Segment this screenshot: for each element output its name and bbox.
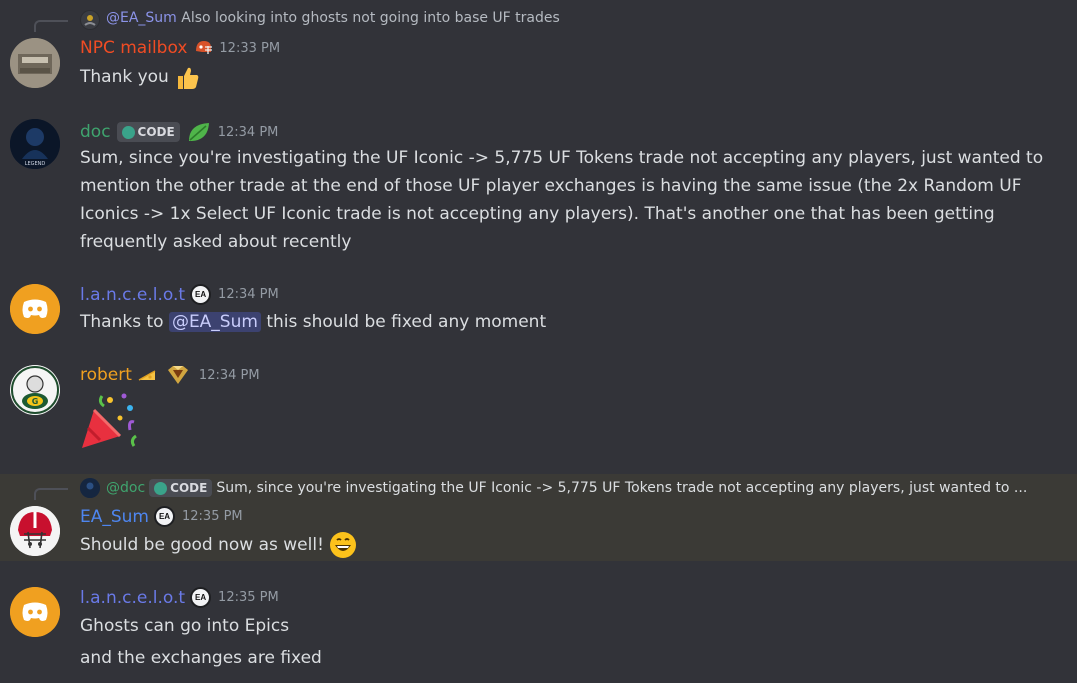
ea-sports-badge-icon[interactable]: EA <box>190 587 212 608</box>
reply-mention[interactable]: @doc <box>106 480 145 496</box>
author-name[interactable]: NPC mailbox <box>80 38 187 58</box>
author-name[interactable]: l.a.n.c.e.l.o.t <box>80 285 185 305</box>
author-name[interactable]: l.a.n.c.e.l.o.t <box>80 588 185 608</box>
party-popper-icon <box>80 390 142 452</box>
avatar-caption: LEGEND <box>25 161 46 167</box>
message-line: Sum, since you're investigating the UF I… <box>80 148 1044 168</box>
server-tag[interactable]: CODE <box>149 479 213 497</box>
ea-sports-badge-icon[interactable]: EA <box>190 284 212 305</box>
avatar[interactable] <box>10 284 60 334</box>
reply-preview[interactable]: @doc CODE Sum, since you're investigatin… <box>106 479 1027 497</box>
author-name[interactable]: robert <box>80 365 132 385</box>
reply-avatar <box>80 10 100 30</box>
reply-spine <box>34 488 68 500</box>
leaf-icon <box>121 125 135 139</box>
reply-text: Also looking into ghosts not going into … <box>181 10 560 26</box>
message-text: Sum, since you're investigating the UF I… <box>80 144 1043 256</box>
svg-text:G: G <box>32 397 39 406</box>
message-text: and the exchanges are fixed <box>80 648 322 668</box>
message-line: frequently asked about recently <box>80 232 352 252</box>
discord-logo-icon <box>10 284 60 334</box>
reply-text: Sum, since you're investigating the UF I… <box>216 480 1028 496</box>
reply-mention[interactable]: @EA_Sum <box>106 10 177 26</box>
avatar[interactable]: LEGEND <box>10 119 60 169</box>
timestamp: 12:34 PM <box>218 287 279 302</box>
tag-label: CODE <box>137 125 175 139</box>
leaf-icon <box>154 481 168 495</box>
thumbs-up-icon <box>174 63 200 91</box>
message-text: Thank you <box>80 67 169 87</box>
author-name[interactable]: EA_Sum <box>80 507 149 527</box>
leaf-icon <box>186 120 212 144</box>
message-line: mention the other trade at the end of th… <box>80 176 1022 196</box>
reply-spine <box>34 20 68 32</box>
server-tag[interactable]: CODE <box>116 122 180 142</box>
timestamp: 12:35 PM <box>218 590 279 605</box>
discord-logo-icon <box>10 587 60 637</box>
message-text: Thanks to @EA_Sum this should be fixed a… <box>80 308 546 336</box>
reply-preview[interactable]: @EA_Sum Also looking into ghosts not goi… <box>106 10 560 26</box>
timestamp: 12:34 PM <box>198 367 260 383</box>
message-text: Should be good now as well! <box>80 535 324 555</box>
ea-sports-badge-icon[interactable]: EA <box>154 506 175 527</box>
reply-avatar <box>80 478 100 498</box>
user-mention[interactable]: @EA_Sum <box>168 312 261 332</box>
message-text-suffix: this should be fixed any moment <box>266 312 547 332</box>
timestamp: 12:33 PM <box>219 40 281 56</box>
message-line: Iconics -> 1x Select UF Iconic trade is … <box>80 204 995 224</box>
football-helmet-icon <box>193 38 213 58</box>
message-text-prefix: Thanks to <box>80 312 164 332</box>
message-text: Ghosts can go into Epics <box>80 616 290 636</box>
timestamp: 12:34 PM <box>217 124 279 140</box>
avatar[interactable]: G <box>10 365 60 415</box>
avatar[interactable] <box>10 38 60 88</box>
grinning-face-icon <box>329 531 357 559</box>
gold-badge-icon <box>166 365 190 385</box>
tag-label: CODE <box>170 481 208 495</box>
author-name[interactable]: doc <box>80 122 111 142</box>
avatar[interactable] <box>10 506 60 556</box>
cheese-icon <box>137 365 157 385</box>
avatar[interactable] <box>10 587 60 637</box>
timestamp: 12:35 PM <box>182 509 243 524</box>
